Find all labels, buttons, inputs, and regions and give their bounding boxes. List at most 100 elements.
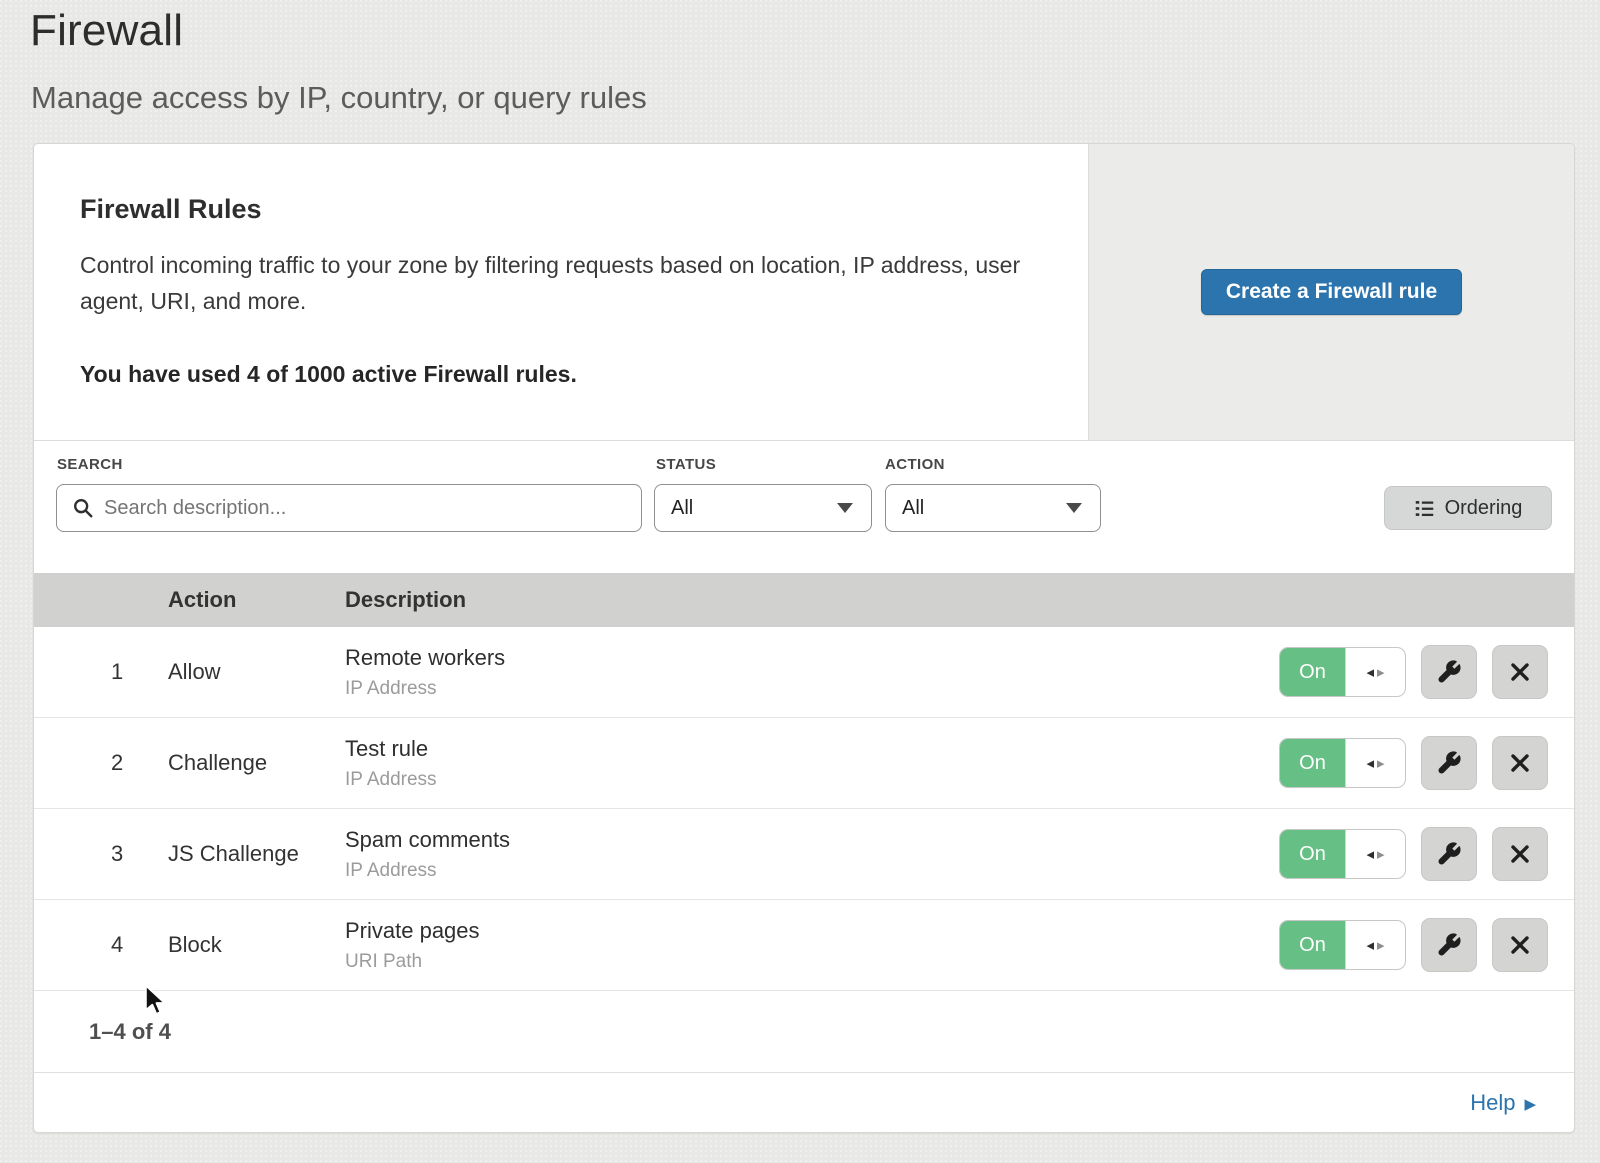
rule-description: Private pages bbox=[345, 918, 1279, 944]
column-header-action: Action bbox=[168, 587, 345, 613]
delete-rule-button[interactable] bbox=[1492, 918, 1548, 972]
intro-section: Firewall Rules Control incoming traffic … bbox=[34, 144, 1574, 441]
triangle-left-icon: ◂ bbox=[1366, 845, 1374, 863]
status-label: STATUS bbox=[656, 456, 716, 473]
create-firewall-rule-button[interactable]: Create a Firewall rule bbox=[1201, 269, 1462, 315]
toggle-handle-icon: ◂▸ bbox=[1345, 921, 1405, 969]
wrench-icon bbox=[1436, 932, 1462, 958]
rule-action: JS Challenge bbox=[168, 841, 345, 867]
toggle-handle-icon: ◂▸ bbox=[1345, 739, 1405, 787]
rule-enabled-toggle[interactable]: On ◂▸ bbox=[1279, 738, 1406, 788]
ordering-button[interactable]: Ordering bbox=[1384, 486, 1552, 530]
rule-action: Challenge bbox=[168, 750, 345, 776]
table-row: 3 JS Challenge Spam comments IP Address … bbox=[34, 809, 1574, 900]
firewall-page: Firewall Manage access by IP, country, o… bbox=[0, 0, 1600, 1163]
action-dropdown-value: All bbox=[902, 497, 924, 520]
delete-rule-button[interactable] bbox=[1492, 645, 1548, 699]
chevron-down-icon bbox=[837, 503, 853, 513]
toggle-on-label: On bbox=[1280, 739, 1345, 787]
search-box bbox=[56, 484, 642, 532]
rule-description-cell: Private pages URI Path bbox=[345, 918, 1279, 973]
edit-rule-button[interactable] bbox=[1421, 736, 1477, 790]
rule-enabled-toggle[interactable]: On ◂▸ bbox=[1279, 920, 1406, 970]
edit-rule-button[interactable] bbox=[1421, 645, 1477, 699]
search-label: SEARCH bbox=[57, 456, 123, 473]
toggle-on-label: On bbox=[1280, 830, 1345, 878]
triangle-right-icon: ▸ bbox=[1377, 936, 1385, 954]
rule-match-type: IP Address bbox=[345, 769, 1279, 791]
intro-description: Control incoming traffic to your zone by… bbox=[80, 247, 1028, 319]
rule-description-cell: Spam comments IP Address bbox=[345, 827, 1279, 882]
wrench-icon bbox=[1436, 841, 1462, 867]
page-title: Firewall bbox=[30, 6, 183, 56]
close-icon bbox=[1508, 751, 1532, 775]
edit-rule-button[interactable] bbox=[1421, 918, 1477, 972]
rule-description-cell: Test rule IP Address bbox=[345, 736, 1279, 791]
triangle-right-icon: ▸ bbox=[1377, 754, 1385, 772]
intro-heading: Firewall Rules bbox=[80, 194, 1028, 225]
rule-description-cell: Remote workers IP Address bbox=[345, 645, 1279, 700]
filters-bar: SEARCH STATUS All ACTION All bbox=[34, 441, 1574, 573]
rule-description: Remote workers bbox=[345, 645, 1279, 671]
close-icon bbox=[1508, 933, 1532, 957]
rule-controls: On ◂▸ bbox=[1279, 918, 1574, 972]
triangle-right-icon: ▶ bbox=[1524, 1093, 1536, 1113]
ordering-button-label: Ordering bbox=[1445, 497, 1523, 520]
rule-priority: 3 bbox=[34, 841, 168, 867]
rule-match-type: IP Address bbox=[345, 860, 1279, 882]
chevron-down-icon bbox=[1066, 503, 1082, 513]
triangle-left-icon: ◂ bbox=[1366, 754, 1374, 772]
wrench-icon bbox=[1436, 750, 1462, 776]
help-link[interactable]: Help ▶ bbox=[1470, 1090, 1536, 1116]
edit-rule-button[interactable] bbox=[1421, 827, 1477, 881]
action-dropdown[interactable]: All bbox=[885, 484, 1101, 532]
rule-priority: 2 bbox=[34, 750, 168, 776]
card-footer: Help ▶ bbox=[34, 1073, 1574, 1133]
rule-priority: 1 bbox=[34, 659, 168, 685]
table-row: 4 Block Private pages URI Path On ◂▸ bbox=[34, 900, 1574, 991]
column-header-description: Description bbox=[345, 587, 1574, 613]
rule-action: Block bbox=[168, 932, 345, 958]
rule-match-type: URI Path bbox=[345, 951, 1279, 973]
toggle-on-label: On bbox=[1280, 921, 1345, 969]
rule-controls: On ◂▸ bbox=[1279, 645, 1574, 699]
triangle-left-icon: ◂ bbox=[1366, 936, 1374, 954]
table-row: 1 Allow Remote workers IP Address On ◂▸ bbox=[34, 627, 1574, 718]
toggle-on-label: On bbox=[1280, 648, 1345, 696]
table-header: Action Description bbox=[34, 573, 1574, 627]
triangle-right-icon: ▸ bbox=[1377, 663, 1385, 681]
rule-enabled-toggle[interactable]: On ◂▸ bbox=[1279, 647, 1406, 697]
action-label: ACTION bbox=[885, 456, 945, 473]
triangle-right-icon: ▸ bbox=[1377, 845, 1385, 863]
toggle-handle-icon: ◂▸ bbox=[1345, 648, 1405, 696]
ordered-list-icon bbox=[1414, 498, 1435, 519]
table-row: 2 Challenge Test rule IP Address On ◂▸ bbox=[34, 718, 1574, 809]
close-icon bbox=[1508, 660, 1532, 684]
toggle-handle-icon: ◂▸ bbox=[1345, 830, 1405, 878]
search-input[interactable] bbox=[94, 485, 641, 531]
intro-text-block: Firewall Rules Control incoming traffic … bbox=[34, 144, 1088, 440]
pagination-range: 1–4 of 4 bbox=[89, 1019, 171, 1045]
delete-rule-button[interactable] bbox=[1492, 827, 1548, 881]
wrench-icon bbox=[1436, 659, 1462, 685]
rule-description: Spam comments bbox=[345, 827, 1279, 853]
firewall-rules-card: Firewall Rules Control incoming traffic … bbox=[33, 143, 1575, 1133]
pagination-bar: 1–4 of 4 bbox=[34, 991, 1574, 1073]
rule-controls: On ◂▸ bbox=[1279, 736, 1574, 790]
close-icon bbox=[1508, 842, 1532, 866]
delete-rule-button[interactable] bbox=[1492, 736, 1548, 790]
status-dropdown-value: All bbox=[671, 497, 693, 520]
rule-enabled-toggle[interactable]: On ◂▸ bbox=[1279, 829, 1406, 879]
help-link-label: Help bbox=[1470, 1090, 1515, 1116]
rule-priority: 4 bbox=[34, 932, 168, 958]
status-dropdown[interactable]: All bbox=[654, 484, 872, 532]
triangle-left-icon: ◂ bbox=[1366, 663, 1374, 681]
rule-action: Allow bbox=[168, 659, 345, 685]
rule-description: Test rule bbox=[345, 736, 1279, 762]
intro-action-panel: Create a Firewall rule bbox=[1088, 144, 1574, 440]
usage-summary: You have used 4 of 1000 active Firewall … bbox=[80, 361, 1028, 388]
page-subtitle: Manage access by IP, country, or query r… bbox=[31, 80, 647, 116]
rule-controls: On ◂▸ bbox=[1279, 827, 1574, 881]
search-icon bbox=[72, 497, 94, 519]
rule-match-type: IP Address bbox=[345, 678, 1279, 700]
